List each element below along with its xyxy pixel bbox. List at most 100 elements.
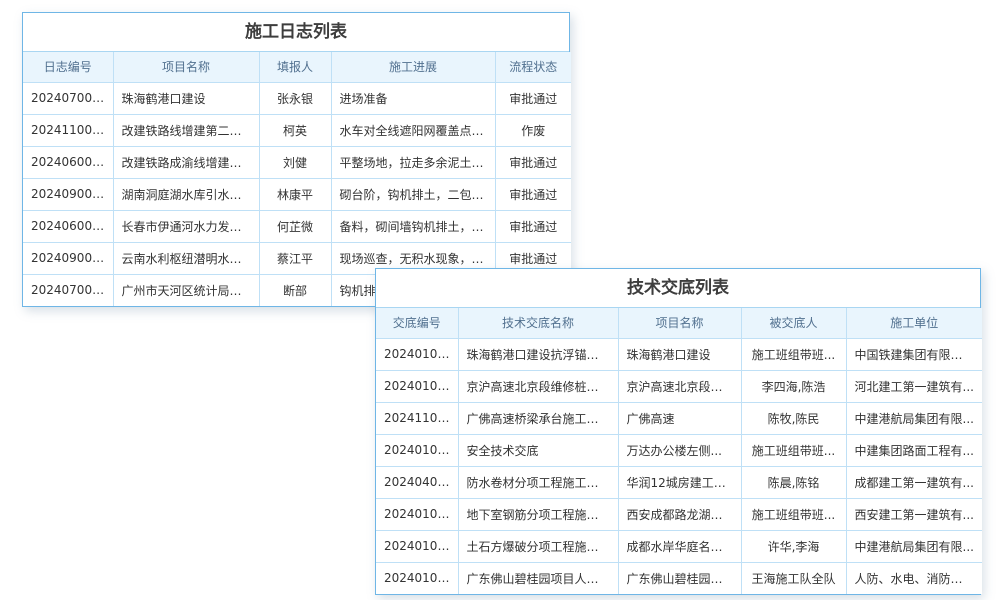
reporter-name: 断部 xyxy=(259,274,331,306)
reporter-name: 柯英 xyxy=(259,114,331,146)
disclosure-name-link[interactable]: 广佛高速桥梁承台施工技... xyxy=(458,402,618,434)
construction-unit: 成都建工第一建筑有... xyxy=(846,466,982,498)
log-column-id: 日志编号 xyxy=(23,52,113,82)
status-badge: 作废 xyxy=(495,114,571,146)
project-name-link[interactable]: 长春市伊通河水力发电厂... xyxy=(113,210,259,242)
table-row: 2024010001广东佛山碧桂园项目人防...广东佛山碧桂园项目王海施工队全队… xyxy=(376,562,982,594)
technical-disclosure-table: 交底编号技术交底名称项目名称被交底人施工单位2024010003珠海鹤港口建设抗… xyxy=(376,308,982,594)
table-row: 2024110001广佛高速桥梁承台施工技...广佛高速陈牧,陈民中建港航局集团… xyxy=(376,402,982,434)
log-column-reporter: 填报人 xyxy=(259,52,331,82)
disclosure-id-link[interactable]: 2024010003 xyxy=(376,434,458,466)
project-name-link[interactable]: 华润12城房建工程... xyxy=(618,466,741,498)
project-name-link[interactable]: 广佛高速 xyxy=(618,402,741,434)
project-name-link[interactable]: 湖南洞庭湖水库引水工程... xyxy=(113,178,259,210)
project-name-link[interactable]: 广东佛山碧桂园项目 xyxy=(618,562,741,594)
disclosure-name-link[interactable]: 地下室钢筋分项工程施工... xyxy=(458,498,618,530)
disclosed-person: 施工班组带班... xyxy=(741,498,846,530)
table-row: 2024010004京沪高速北京段维修桩幅...京沪高速北京段维修李四海,陈浩河… xyxy=(376,370,982,402)
table-row: 2024070011珠海鹤港口建设张永银进场准备审批通过 xyxy=(23,82,571,114)
project-name-link[interactable]: 京沪高速北京段维修 xyxy=(618,370,741,402)
reporter-name: 蔡江平 xyxy=(259,242,331,274)
table-row: 2024010002土石方爆破分项工程施工...成都水岸华庭名苑...许华,李海… xyxy=(376,530,982,562)
disclosure-column-id: 交底编号 xyxy=(376,308,458,338)
status-badge: 审批通过 xyxy=(495,178,571,210)
disclosure-column-unit: 施工单位 xyxy=(846,308,982,338)
progress-text: 进场准备 xyxy=(331,82,495,114)
disclosure-id-link[interactable]: 2024040001 xyxy=(376,466,458,498)
technical-disclosure-title: 技术交底列表 xyxy=(376,269,980,308)
log-id-link[interactable]: 2024090009 xyxy=(23,178,113,210)
log-column-project: 项目名称 xyxy=(113,52,259,82)
disclosure-name-link[interactable]: 京沪高速北京段维修桩幅... xyxy=(458,370,618,402)
progress-text: 平整场地，拉走多余泥土15... xyxy=(331,146,495,178)
reporter-name: 张永银 xyxy=(259,82,331,114)
table-header-row: 日志编号项目名称填报人施工进展流程状态 xyxy=(23,52,571,82)
disclosed-person: 许华,李海 xyxy=(741,530,846,562)
project-name-link[interactable]: 改建铁路成渝线增建第二... xyxy=(113,146,259,178)
construction-unit: 人防、水电、消防暖通 xyxy=(846,562,982,594)
table-row: 2024010003珠海鹤港口建设抗浮锚杆...珠海鹤港口建设施工班组带班...… xyxy=(376,338,982,370)
project-name-link[interactable]: 西安成都路龙湖上... xyxy=(618,498,741,530)
disclosure-name-link[interactable]: 广东佛山碧桂园项目人防... xyxy=(458,562,618,594)
disclosure-id-link[interactable]: 2024010003 xyxy=(376,338,458,370)
disclosure-id-link[interactable]: 2024110001 xyxy=(376,402,458,434)
project-name-link[interactable]: 云南水利枢纽潜明水库一... xyxy=(113,242,259,274)
disclosure-id-link[interactable]: 2024010002 xyxy=(376,530,458,562)
table-row: 2024090009湖南洞庭湖水库引水工程...林康平砌台阶，钩机排土，二包砌.… xyxy=(23,178,571,210)
status-badge: 审批通过 xyxy=(495,146,571,178)
table-row: 2024010003安全技术交底万达办公楼左侧...施工班组带班...中建集团路… xyxy=(376,434,982,466)
disclosure-id-link[interactable]: 2024010001 xyxy=(376,562,458,594)
table-row: 2024010002地下室钢筋分项工程施工...西安成都路龙湖上...施工班组带… xyxy=(376,498,982,530)
table-row: 2024060005长春市伊通河水力发电厂...何芷微备料，砌间墙钩机排土，瓦.… xyxy=(23,210,571,242)
project-name-link[interactable]: 改建铁路线增建第二线直... xyxy=(113,114,259,146)
disclosure-column-name: 技术交底名称 xyxy=(458,308,618,338)
log-id-link[interactable]: 2024110002 xyxy=(23,114,113,146)
table-row: 2024040001防水卷材分项工程施工技...华润12城房建工程...陈晨,陈… xyxy=(376,466,982,498)
log-id-link[interactable]: 2024060006 xyxy=(23,146,113,178)
construction-log-title: 施工日志列表 xyxy=(23,13,569,52)
status-badge: 审批通过 xyxy=(495,82,571,114)
log-id-link[interactable]: 2024090009 xyxy=(23,242,113,274)
technical-disclosure-panel: 技术交底列表 交底编号技术交底名称项目名称被交底人施工单位2024010003珠… xyxy=(375,268,981,595)
project-name-link[interactable]: 珠海鹤港口建设 xyxy=(113,82,259,114)
project-name-link[interactable]: 珠海鹤港口建设 xyxy=(618,338,741,370)
progress-text: 备料，砌间墙钩机排土，瓦... xyxy=(331,210,495,242)
disclosed-person: 王海施工队全队 xyxy=(741,562,846,594)
construction-log-panel: 施工日志列表 日志编号项目名称填报人施工进展流程状态2024070011珠海鹤港… xyxy=(22,12,570,307)
progress-text: 砌台阶，钩机排土，二包砌... xyxy=(331,178,495,210)
disclosure-id-link[interactable]: 2024010004 xyxy=(376,370,458,402)
disclosure-column-project: 项目名称 xyxy=(618,308,741,338)
disclosure-name-link[interactable]: 防水卷材分项工程施工技... xyxy=(458,466,618,498)
table-row: 2024060006改建铁路成渝线增建第二...刘健平整场地，拉走多余泥土15.… xyxy=(23,146,571,178)
disclosed-person: 李四海,陈浩 xyxy=(741,370,846,402)
project-name-link[interactable]: 广州市天河区统计局机房... xyxy=(113,274,259,306)
table-header-row: 交底编号技术交底名称项目名称被交底人施工单位 xyxy=(376,308,982,338)
disclosure-column-person: 被交底人 xyxy=(741,308,846,338)
disclosed-person: 陈晨,陈铭 xyxy=(741,466,846,498)
disclosure-id-link[interactable]: 2024010002 xyxy=(376,498,458,530)
reporter-name: 林康平 xyxy=(259,178,331,210)
progress-text: 水车对全线遮阳网覆盖点进... xyxy=(331,114,495,146)
construction-unit: 中建集团路面工程有... xyxy=(846,434,982,466)
status-badge: 审批通过 xyxy=(495,210,571,242)
log-column-status: 流程状态 xyxy=(495,52,571,82)
reporter-name: 刘健 xyxy=(259,146,331,178)
construction-unit: 河北建工第一建筑有... xyxy=(846,370,982,402)
disclosed-person: 陈牧,陈民 xyxy=(741,402,846,434)
reporter-name: 何芷微 xyxy=(259,210,331,242)
log-column-progress: 施工进展 xyxy=(331,52,495,82)
construction-unit: 中国铁建集团有限公司 xyxy=(846,338,982,370)
disclosure-name-link[interactable]: 珠海鹤港口建设抗浮锚杆... xyxy=(458,338,618,370)
disclosure-name-link[interactable]: 土石方爆破分项工程施工... xyxy=(458,530,618,562)
log-id-link[interactable]: 2024060005 xyxy=(23,210,113,242)
project-name-link[interactable]: 成都水岸华庭名苑... xyxy=(618,530,741,562)
table-row: 2024110002改建铁路线增建第二线直...柯英水车对全线遮阳网覆盖点进..… xyxy=(23,114,571,146)
disclosed-person: 施工班组带班... xyxy=(741,434,846,466)
log-id-link[interactable]: 2024070011 xyxy=(23,274,113,306)
disclosed-person: 施工班组带班... xyxy=(741,338,846,370)
construction-unit: 中建港航局集团有限... xyxy=(846,402,982,434)
project-name-link[interactable]: 万达办公楼左侧... xyxy=(618,434,741,466)
construction-unit: 中建港航局集团有限... xyxy=(846,530,982,562)
disclosure-name-link[interactable]: 安全技术交底 xyxy=(458,434,618,466)
log-id-link[interactable]: 2024070011 xyxy=(23,82,113,114)
